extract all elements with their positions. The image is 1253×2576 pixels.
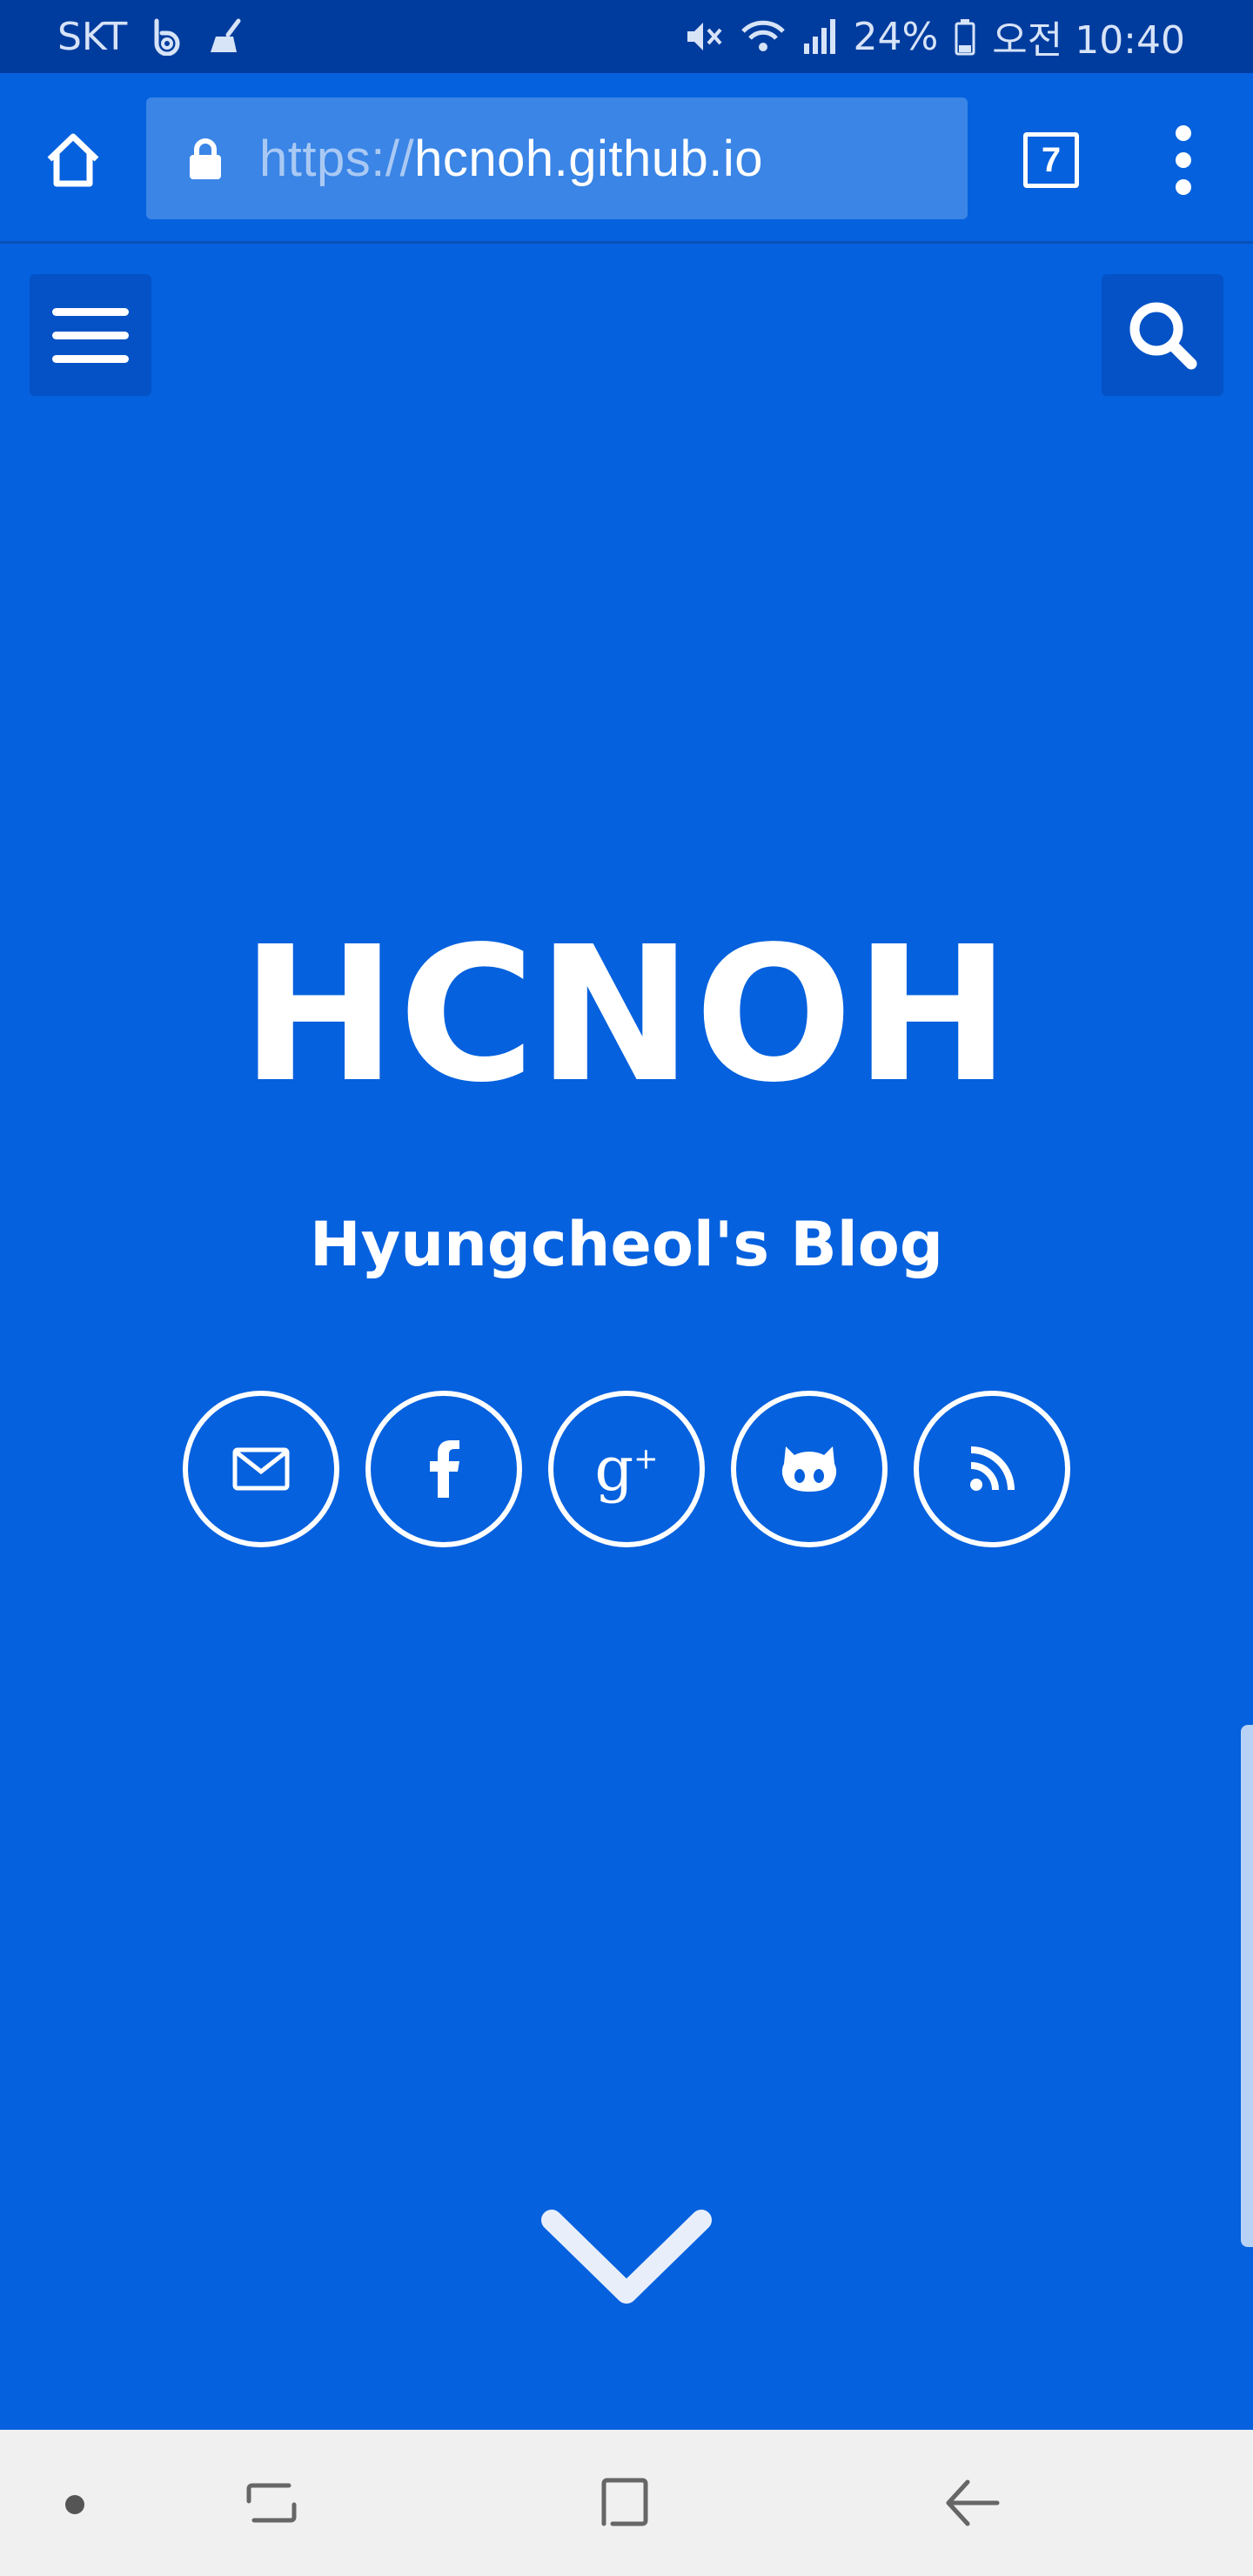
url-scheme: https:// [259,130,415,187]
site-subtitle: Hyungcheol's Blog [310,1209,943,1280]
browser-toolbar: https://hcnoh.github.io 7 [0,73,1253,244]
mute-icon [684,17,724,56]
system-nav-bar [0,2430,1253,2576]
github-icon [781,1446,837,1492]
url-bar[interactable]: https://hcnoh.github.io [146,97,968,219]
carrier-label: SKT [57,14,128,59]
rss-link[interactable] [914,1391,1070,1547]
status-left: SKT [57,0,247,73]
url-text: https://hcnoh.github.io [259,130,763,188]
menu-dot-icon [1176,152,1191,168]
hamburger-line [52,354,129,363]
recent-apps-button[interactable] [235,2466,308,2539]
scrollbar-thumb[interactable] [1241,1725,1253,2247]
tab-switcher-button[interactable]: 7 [1023,132,1079,188]
hamburger-line [52,331,129,339]
scroll-down-button[interactable] [539,2202,714,2315]
rss-icon [970,1446,1015,1491]
browser-home-button[interactable] [38,125,108,195]
battery-icon [954,17,976,56]
search-button[interactable] [1102,274,1223,396]
browser-menu-button[interactable] [1163,118,1204,202]
chevron-down-icon [541,2210,712,2304]
signal-icon [802,17,837,56]
back-arrow-icon [946,2479,1000,2526]
hamburger-line [52,307,129,316]
home-icon [47,133,99,187]
facebook-icon [430,1440,459,1498]
github-link[interactable] [731,1391,888,1547]
lock-icon [188,136,224,181]
nav-dot-icon[interactable] [65,2495,84,2514]
clock: 오전 10:40 [992,18,1185,63]
system-home-button[interactable] [588,2466,661,2539]
email-link[interactable] [183,1391,339,1547]
facebook-link[interactable] [365,1391,522,1547]
recent-apps-icon [246,2483,297,2523]
envelope-icon [232,1447,290,1491]
google-plus-link[interactable]: g+ [548,1391,705,1547]
status-right: 24% 오전 10:40 [684,0,1185,73]
menu-dot-icon [1176,125,1191,141]
b-app-icon [150,17,184,56]
social-links: g+ [183,1391,1070,1547]
site-title: HCNOH [240,907,1013,1124]
search-icon [1129,302,1197,370]
status-bar: SKT 24% 오전 10:40 [0,0,1253,73]
tab-count: 7 [1041,140,1062,179]
url-host: hcnoh.github.io [414,130,764,187]
wifi-icon [740,17,787,56]
square-home-icon [601,2478,648,2526]
broom-icon [207,17,247,56]
menu-dot-icon [1176,179,1191,195]
hamburger-menu-button[interactable] [30,274,151,396]
google-plus-icon: g+ [594,1433,659,1505]
back-button[interactable] [936,2466,1009,2539]
battery-percent: 24% [853,14,939,59]
